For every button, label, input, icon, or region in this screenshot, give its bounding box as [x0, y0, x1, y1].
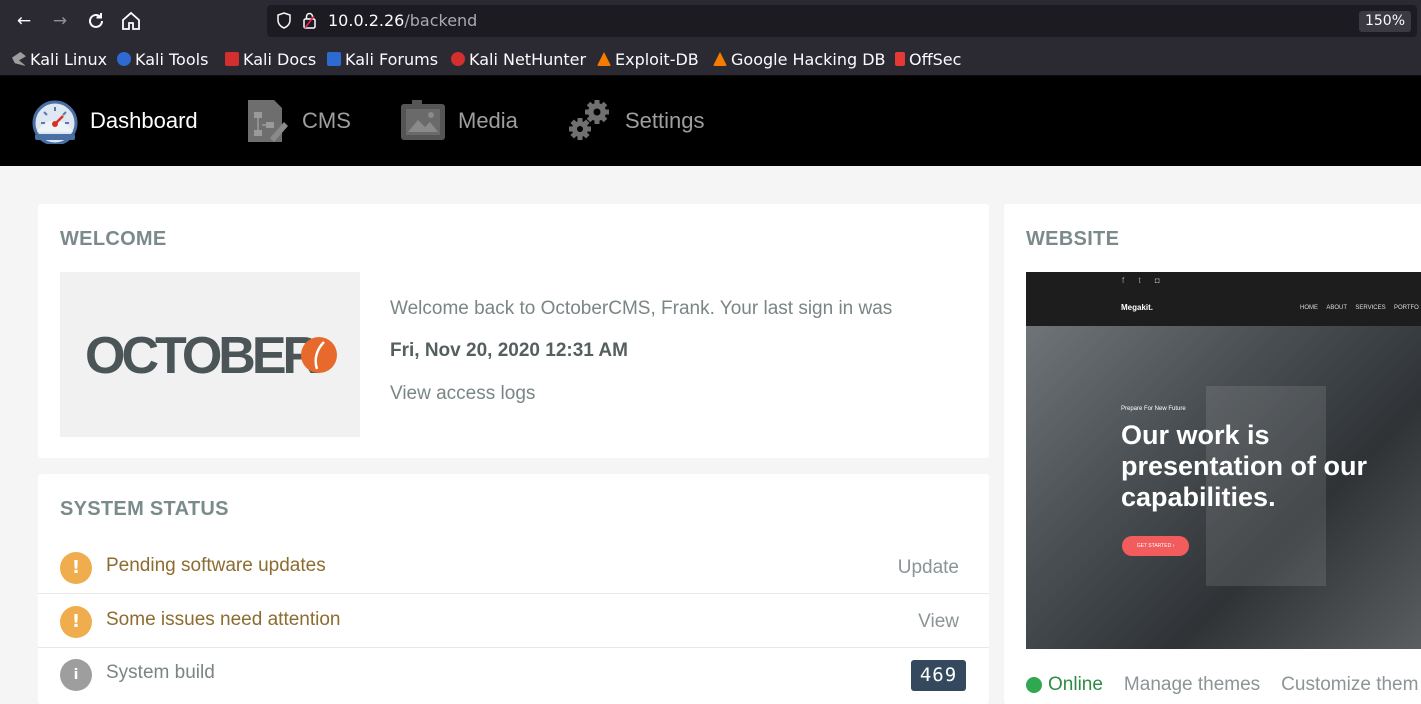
bookmark-kali-tools[interactable]: Kali Tools — [117, 49, 208, 69]
welcome-message: Welcome back to OctoberCMS, Frank. Your … — [390, 298, 893, 319]
preview-headline: Our work is presentation of our capabili… — [1121, 420, 1368, 512]
svg-text:OCTOBER: OCTOBER — [85, 327, 320, 385]
status-label: System build — [106, 662, 215, 683]
website-footer: Online Manage themes Customize them — [1026, 674, 1418, 696]
cms-document-icon — [248, 100, 288, 142]
back-icon[interactable]: ← — [12, 9, 36, 33]
bookmark-exploit-db[interactable]: Exploit-DB — [597, 49, 699, 69]
shield-icon[interactable] — [277, 12, 291, 29]
october-logo: OCTOBER — [60, 272, 360, 437]
online-status: Online — [1048, 674, 1103, 695]
nav-dashboard[interactable]: Dashboard — [32, 98, 198, 144]
system-status-widget: SYSTEM STATUS ! Pending software updates… — [38, 474, 989, 704]
lock-icon[interactable] — [303, 12, 316, 29]
bookmark-kali-forums[interactable]: Kali Forums — [327, 49, 438, 69]
last-signin-date: Fri, Nov 20, 2020 12:31 AM — [390, 340, 628, 361]
view-access-logs-link[interactable]: View access logs — [390, 383, 535, 405]
exclamation-icon: ! — [60, 552, 92, 584]
website-preview-screenshot[interactable]: f t ◘ Megakit. HOME ABOUT SERVICES PORTF… — [1026, 272, 1421, 649]
preview-cta-button: GET STARTED › — [1122, 536, 1189, 556]
speedometer-icon — [32, 100, 78, 144]
update-link[interactable]: Update — [898, 557, 959, 579]
october-logo-image: OCTOBER — [85, 327, 337, 385]
bookmark-kali-docs[interactable]: Kali Docs — [225, 49, 316, 69]
nav-settings[interactable]: Settings — [567, 98, 705, 144]
main-navigation: Dashboard CMS Media Settings — [0, 76, 1421, 166]
online-status-dot — [1026, 677, 1042, 693]
view-link[interactable]: View — [918, 611, 959, 633]
status-row-issues[interactable]: ! Some issues need attention View — [38, 595, 989, 648]
exclamation-icon: ! — [60, 606, 92, 638]
status-row-updates[interactable]: ! Pending software updates Update — [38, 541, 989, 594]
bookmark-google-hacking-db[interactable]: Google Hacking DB — [713, 49, 886, 69]
gears-icon — [569, 100, 609, 140]
kali-docs-icon — [225, 52, 239, 66]
bookmarks-bar: Kali Linux Kali Tools Kali Docs Kali For… — [0, 42, 1421, 76]
kali-forums-icon — [327, 52, 341, 66]
status-row-build: i System build 469 — [38, 648, 989, 701]
bookmark-offsec[interactable]: OffSec — [895, 49, 961, 69]
zoom-indicator[interactable]: 150% — [1358, 11, 1411, 32]
bookmark-kali-linux[interactable]: Kali Linux — [12, 49, 107, 69]
welcome-title: WELCOME — [60, 228, 167, 250]
manage-themes-link[interactable]: Manage themes — [1124, 674, 1260, 696]
nav-media[interactable]: Media — [400, 98, 518, 144]
kali-tools-icon — [117, 52, 131, 66]
info-icon: i — [60, 659, 92, 691]
url-bar[interactable]: 10.0.2.26/backend 150% — [267, 5, 1417, 37]
home-icon[interactable] — [119, 9, 143, 33]
build-number-badge: 469 — [911, 660, 966, 691]
nav-cms[interactable]: CMS — [244, 98, 351, 144]
preview-menu: HOME ABOUT SERVICES PORTFO — [1300, 305, 1419, 311]
system-status-title: SYSTEM STATUS — [60, 498, 229, 520]
kali-dragon-icon — [12, 52, 26, 66]
forward-icon[interactable]: → — [48, 9, 72, 33]
reload-icon[interactable] — [84, 9, 108, 33]
exploit-db-icon — [597, 52, 611, 66]
browser-toolbar: ← → 10.0.2.26/backend 150% — [0, 0, 1421, 42]
website-title: WEBSITE — [1026, 228, 1120, 250]
social-icons: f t ◘ — [1122, 276, 1166, 285]
website-widget: WEBSITE f t ◘ Megakit. HOME ABOUT SERVIC… — [1004, 204, 1421, 704]
url-text[interactable]: 10.0.2.26/backend — [328, 11, 477, 30]
offsec-icon — [895, 52, 905, 66]
preview-hero: Prepare For New Future Our work is prese… — [1026, 326, 1421, 649]
ghdb-icon — [713, 52, 727, 66]
preview-header: f t ◘ Megakit. HOME ABOUT SERVICES PORTF… — [1026, 272, 1421, 326]
welcome-widget: WELCOME OCTOBER Welcome back to OctoberC… — [38, 204, 989, 458]
preview-brand: Megakit. — [1121, 303, 1154, 312]
customize-theme-link[interactable]: Customize them — [1281, 674, 1418, 696]
kali-nethunter-icon — [451, 52, 465, 66]
media-image-icon — [401, 100, 445, 140]
bookmark-kali-nethunter[interactable]: Kali NetHunter — [451, 49, 586, 69]
preview-tagline: Prepare For New Future — [1121, 406, 1186, 412]
status-label: Pending software updates — [106, 555, 326, 576]
status-label: Some issues need attention — [106, 609, 341, 630]
